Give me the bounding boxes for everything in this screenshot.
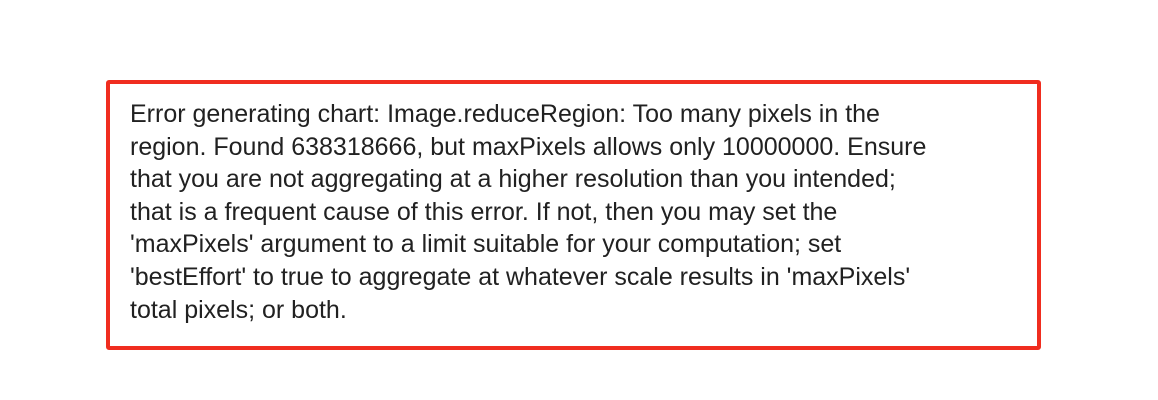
error-message-line: 'bestEffort' to true to aggregate at wha… <box>130 262 911 291</box>
error-panel: Error generating chart: Image.reduceRegi… <box>106 80 1041 350</box>
error-message: Error generating chart: Image.reduceRegi… <box>130 98 1017 326</box>
error-message-line: 'maxPixels' argument to a limit suitable… <box>130 230 842 259</box>
error-message-line: that is a frequent cause of this error. … <box>130 197 838 226</box>
error-message-line: Error generating chart: Image.reduceRegi… <box>130 100 880 128</box>
error-message-line: region. Found 638318666, but maxPixels a… <box>130 132 927 161</box>
error-message-line: total pixels; or both. <box>130 295 347 324</box>
error-message-line: that you are not aggregating at a higher… <box>130 165 896 194</box>
